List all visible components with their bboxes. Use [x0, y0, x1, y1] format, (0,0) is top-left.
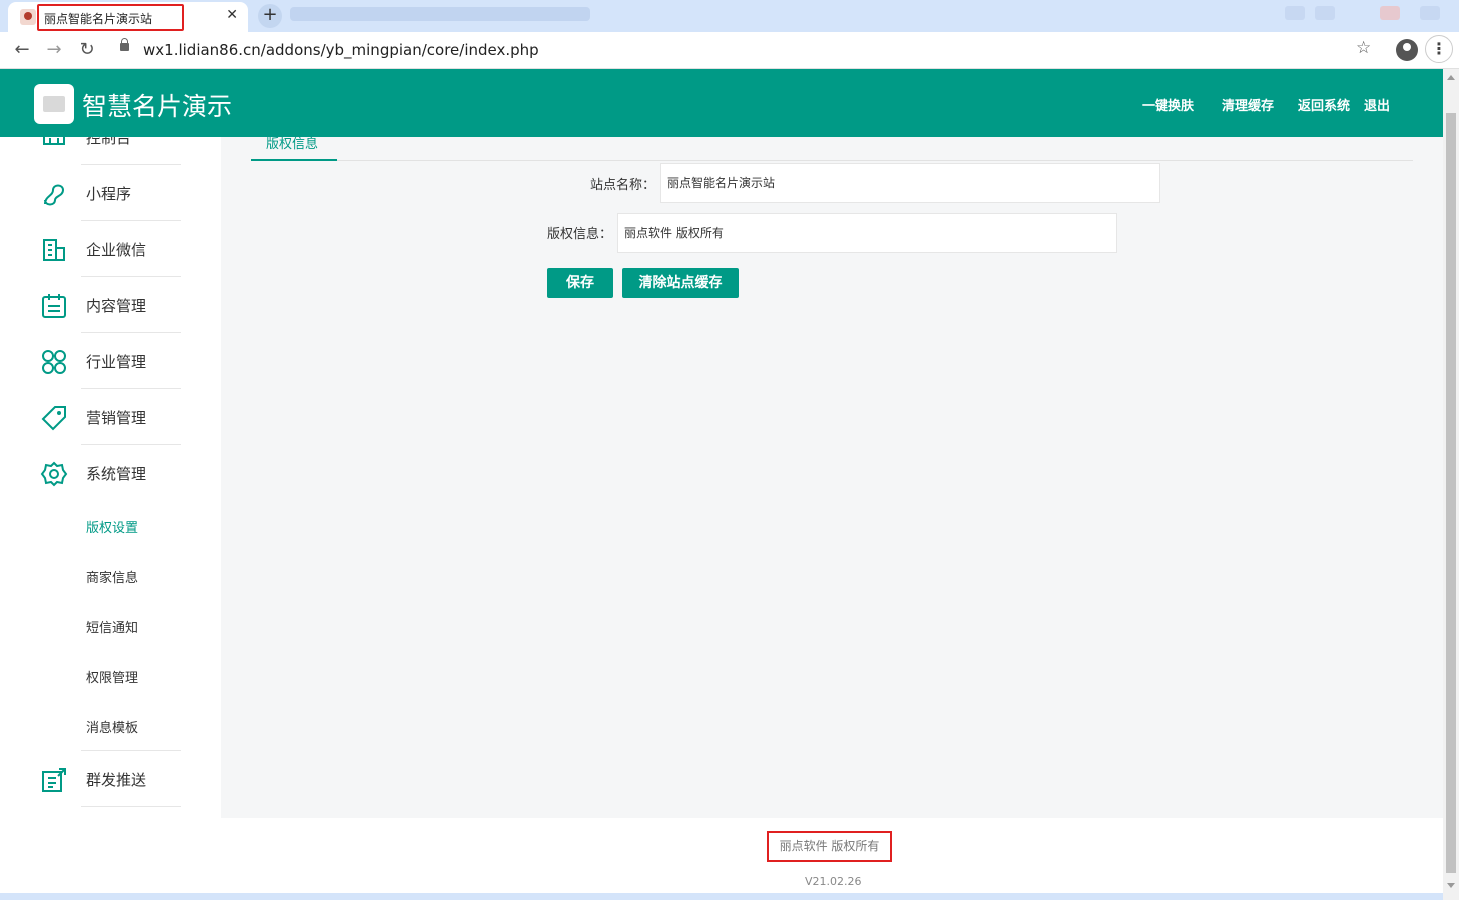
sidebar-item-wecom[interactable]: 企业微信 [0, 221, 221, 277]
reload-icon[interactable]: ↻ [75, 38, 99, 62]
new-tab-button[interactable]: + [258, 4, 282, 28]
header-link-clear-cache[interactable]: 清理缓存 [1222, 95, 1274, 114]
sidebar-item-industry[interactable]: 行业管理 [0, 333, 221, 389]
browser-tabbar: 丽点智能名片演示站 ✕ + [0, 0, 1459, 32]
bookmark-star-icon[interactable]: ☆ [1356, 38, 1371, 58]
sidebar-item-miniprogram[interactable]: 小程序 [0, 165, 221, 221]
sidebar-item-label: 系统管理 [86, 465, 147, 483]
tab-copyright-info[interactable]: 版权信息 [251, 131, 337, 161]
save-button[interactable]: 保存 [547, 268, 613, 298]
blurred-tab-area [290, 7, 590, 21]
logo-icon [34, 84, 74, 124]
window-control[interactable] [1285, 6, 1305, 20]
sidebar-sub-permissions[interactable]: 权限管理 [86, 667, 138, 686]
sidebar-item-dashboard[interactable]: 控制台 [0, 137, 221, 165]
scroll-up-icon[interactable] [1447, 75, 1455, 80]
sidebar-item-system[interactable]: 系统管理 [0, 445, 221, 501]
lock-icon [120, 38, 129, 51]
sidebar-item-broadcast[interactable]: 群发推送 [0, 751, 221, 807]
sidebar-item-label: 营销管理 [86, 409, 147, 427]
favicon-icon [20, 9, 36, 25]
header-link-skin[interactable]: 一键换肤 [1142, 95, 1194, 114]
clear-site-cache-button[interactable]: 清除站点缓存 [622, 268, 739, 298]
gear-icon [40, 461, 68, 487]
forward-icon[interactable]: → [42, 38, 66, 62]
scroll-thumb[interactable] [1446, 113, 1456, 873]
tag-icon [41, 406, 66, 431]
sidebar-item-label: 企业微信 [86, 241, 147, 259]
sidebar-item-marketing[interactable]: 营销管理 [0, 389, 221, 445]
sidebar-sub-message-template[interactable]: 消息模板 [86, 717, 138, 736]
scrollbar[interactable] [1443, 69, 1459, 900]
browser-menu-icon[interactable]: ⋮ [1425, 35, 1453, 63]
sidebar-sub-sms[interactable]: 短信通知 [86, 617, 138, 636]
window-control[interactable] [1420, 6, 1440, 20]
sidebar-item-label: 群发推送 [86, 771, 147, 789]
close-tab-icon[interactable]: ✕ [226, 7, 238, 23]
app-title: 智慧名片演示 [82, 92, 233, 121]
sidebar-item-label: 内容管理 [86, 297, 147, 315]
copyright-field[interactable]: 丽点软件 版权所有 [617, 213, 1117, 253]
app-header: 智慧名片演示 一键换肤 清理缓存 返回系统 退出 [0, 69, 1443, 137]
clover-icon [42, 350, 66, 374]
tab-highlight-box [37, 4, 184, 31]
sidebar-item-label: 控制台 [86, 137, 132, 147]
building-icon [43, 239, 65, 261]
sidebar-item-label: 行业管理 [86, 353, 147, 371]
broadcast-icon [42, 768, 66, 792]
site-name-field[interactable]: 丽点智能名片演示站 [660, 163, 1160, 203]
header-link-return[interactable]: 返回系统 [1298, 95, 1350, 114]
header-link-logout[interactable]: 退出 [1364, 95, 1390, 114]
scroll-down-icon[interactable] [1447, 883, 1455, 888]
bottom-edge [0, 893, 1443, 900]
divider [81, 806, 181, 807]
miniprogram-icon [44, 184, 65, 206]
back-icon[interactable]: ← [10, 38, 34, 62]
tab-label: 版权信息 [266, 137, 319, 152]
sidebar-sub-copyright[interactable]: 版权设置 [86, 517, 138, 536]
footer-copyright: 丽点软件 版权所有 [767, 831, 892, 862]
sidebar-item-content[interactable]: 内容管理 [0, 277, 221, 333]
profile-icon[interactable] [1396, 39, 1418, 61]
window-control[interactable] [1315, 6, 1335, 20]
calendar-icon [42, 294, 66, 318]
dashboard-icon [43, 137, 65, 145]
main-content: 版权信息 站点名称： 丽点智能名片演示站 版权信息： 丽点软件 版权所有 保存 … [221, 137, 1443, 818]
url-field[interactable]: wx1.lidian86.cn/addons/yb_mingpian/core/… [143, 41, 539, 59]
sidebar-sub-merchant[interactable]: 商家信息 [86, 567, 138, 586]
tab-strip: 版权信息 [251, 137, 1413, 161]
copyright-label: 版权信息： [547, 227, 613, 242]
sidebar-item-label: 小程序 [86, 185, 132, 203]
footer-version: V21.02.26 [805, 875, 862, 888]
sidebar: 控制台 小程序 企业微信 内容管理 行业管理 营销管理 系统管理 版权设置 商家… [0, 137, 221, 818]
site-name-label: 站点名称： [590, 178, 656, 193]
browser-address-bar: ← → ↻ wx1.lidian86.cn/addons/yb_mingpian… [0, 32, 1459, 69]
window-control[interactable] [1380, 6, 1400, 20]
